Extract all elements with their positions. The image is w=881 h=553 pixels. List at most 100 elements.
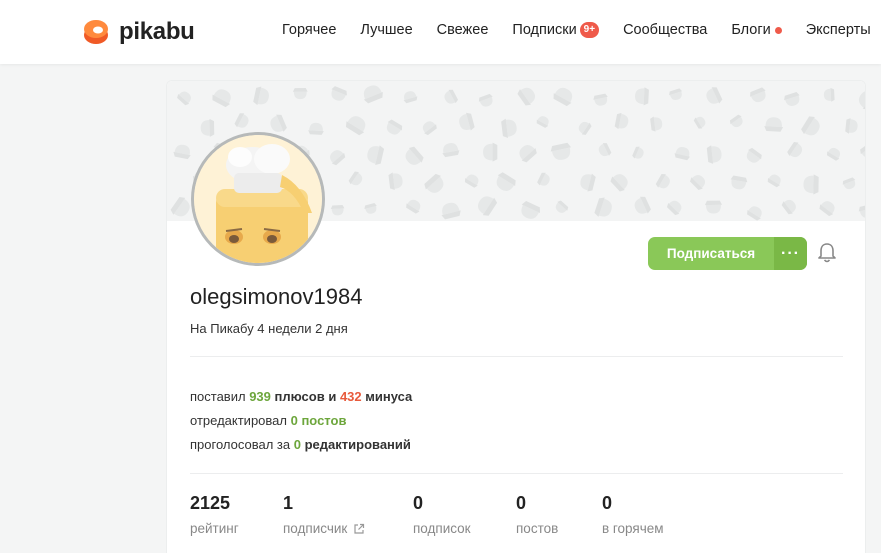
bell-icon[interactable] (817, 242, 837, 264)
cover-pattern-bun (578, 171, 597, 193)
cover-pattern-bun (706, 144, 723, 165)
counter-subscriptions[interactable]: 0 подписок (413, 493, 516, 536)
more-options-button[interactable]: ··· (774, 237, 807, 270)
cover-pattern-bun (608, 170, 632, 194)
counter-value: 0 (516, 493, 527, 513)
subscribe-label: Подписаться (666, 246, 756, 261)
cover-pattern-bun (326, 146, 347, 167)
cover-pattern-bun (267, 112, 288, 136)
cover-pattern-bun (799, 114, 824, 140)
cover-pattern-bun (766, 172, 784, 189)
cover-pattern-bun (654, 172, 673, 192)
cover-pattern-bun (363, 202, 379, 216)
cover-pattern-bun (614, 112, 630, 131)
cover-pattern-bun (175, 88, 195, 107)
divider (190, 356, 843, 357)
activity-line-edit-votes: проголосовал за 0 редактирований (190, 437, 411, 452)
cover-pattern-bun (492, 170, 518, 195)
cover-pattern-bun (673, 145, 692, 161)
cover-pattern-bun (210, 85, 235, 109)
nav-label: Блоги (731, 22, 771, 38)
nav-label: Горячее (282, 22, 337, 38)
blogs-notification-dot (774, 26, 782, 34)
cover-pattern-bun (477, 93, 496, 109)
cover-pattern-bun (404, 196, 424, 215)
cover-pattern-bun (401, 89, 419, 104)
cover-pattern-bun (825, 145, 843, 162)
cover-pattern-bun (517, 199, 543, 221)
cover-pattern-bun (649, 115, 664, 133)
cover-pattern-bun (172, 143, 193, 160)
external-link-icon[interactable] (353, 523, 365, 535)
nav-label: Подписки (512, 22, 577, 38)
cover-pattern-bun (441, 88, 459, 107)
cover-pattern-bun (631, 194, 652, 218)
nav-blogs[interactable]: Блоги (731, 22, 782, 38)
cover-pattern-bun (388, 171, 404, 191)
cover-pattern-bun (328, 85, 349, 104)
cover-pattern-bun (515, 141, 539, 164)
username: olegsimonov1984 (190, 284, 363, 309)
site-logo[interactable]: pikabu (82, 18, 195, 46)
profile-card: Подписаться ··· olegsimonov1984 На Пикаб… (166, 80, 866, 553)
nav-communities[interactable]: Сообщества (623, 22, 707, 38)
cover-pattern-bun (745, 203, 765, 221)
cover-pattern-bun (347, 170, 365, 189)
cover-pattern-bun (631, 145, 646, 162)
nav-label: Свежее (436, 22, 489, 38)
cover-pattern-bun (764, 116, 784, 132)
cover-pattern-bun (845, 117, 859, 135)
counter-label: в горячем (602, 521, 664, 536)
nav-subscriptions[interactable]: Подписки 9+ (512, 22, 600, 38)
profile-counters: 2125 рейтинг 1 подписчик 0 подписок 0 по… (190, 493, 702, 536)
user-avatar[interactable] (191, 132, 325, 266)
cover-pattern-bun (292, 87, 308, 100)
edited-posts-count[interactable]: 0 постов (291, 413, 347, 428)
cover-pattern-bun (780, 196, 799, 216)
main-nav: Горячее Лучшее Свежее Подписки 9+ Сообще… (282, 22, 871, 38)
cover-pattern-bun (439, 200, 462, 221)
subscribe-button[interactable]: Подписаться ··· (648, 237, 807, 270)
nav-best[interactable]: Лучшее (360, 22, 412, 38)
cover-pattern-bun (474, 192, 499, 218)
cover-pattern-bun (665, 197, 685, 217)
cover-pattern-bun (593, 195, 615, 221)
cover-pattern-bun (729, 175, 749, 191)
nav-label: Сообщества (623, 22, 708, 38)
counter-label: постов (516, 521, 559, 536)
cover-pattern-bun (200, 118, 215, 137)
counter-label: подписчик (283, 521, 413, 536)
nav-label: Лучшее (360, 22, 413, 38)
counter-hot[interactable]: 0 в горячем (602, 493, 702, 536)
cover-pattern-bun (668, 87, 685, 102)
nav-hot[interactable]: Горячее (282, 22, 336, 38)
counter-label: рейтинг (190, 521, 239, 536)
minuses-count: 432 (339, 389, 362, 404)
cover-pattern-bun (782, 91, 803, 109)
cover-pattern-bun (419, 118, 439, 137)
cover-pattern-bun (365, 143, 385, 167)
cover-pattern-bun (592, 93, 610, 107)
site-header: pikabu Горячее Лучшее Свежее Подписки 9+… (0, 0, 881, 64)
cover-pattern-bun (360, 82, 385, 105)
nav-experts[interactable]: Эксперты (806, 22, 871, 38)
cover-pattern-bun (817, 197, 838, 218)
cover-pattern-bun (169, 194, 194, 221)
cover-pattern-bun (704, 200, 723, 214)
activity-line-votes: поставил 939 плюсов и 432 минуса (190, 389, 413, 404)
cover-pattern-bun (552, 199, 570, 216)
counter-posts[interactable]: 0 постов (516, 493, 602, 536)
cover-pattern-bun (551, 84, 577, 108)
counter-followers[interactable]: 1 подписчик (283, 493, 413, 536)
cover-pattern-bun (330, 204, 345, 216)
cover-pattern-bun (536, 171, 553, 189)
nav-fresh[interactable]: Свежее (437, 22, 489, 38)
cover-pattern-bun (748, 86, 769, 105)
activity-line-edits: отредактировал 0 постов (190, 413, 347, 428)
activity-stats: поставил 939 плюсов и 432 минуса отредак… (190, 385, 412, 457)
divider (190, 473, 843, 474)
cover-pattern-bun (252, 85, 271, 108)
cover-pattern-bun (307, 122, 325, 135)
cover-pattern-bun (857, 203, 865, 220)
cover-pattern-bun (233, 111, 252, 131)
